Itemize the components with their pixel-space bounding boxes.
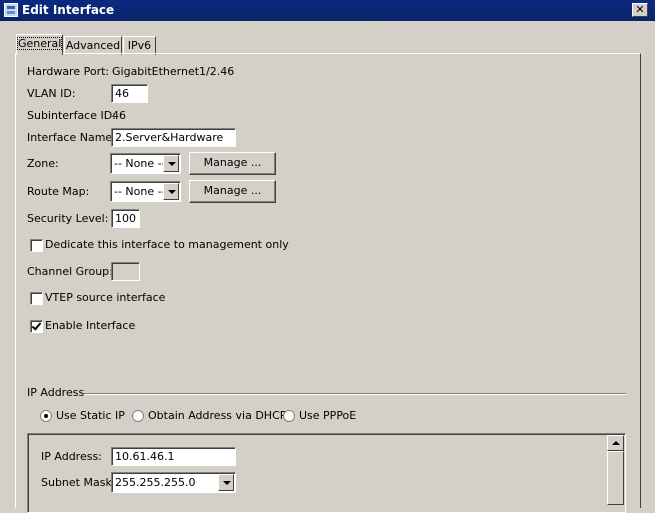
app-icon [4,3,18,17]
tab-ipv6-label: IPv6 [127,39,152,52]
title-bar[interactable]: Edit Interface ✕ [0,0,655,21]
window-title: Edit Interface [22,3,115,17]
close-icon: ✕ [635,3,645,16]
tab-general-label: General [17,37,63,50]
general-tab-panel [15,53,641,508]
tab-general[interactable]: General [16,34,63,55]
close-button[interactable]: ✕ [632,3,648,17]
tab-advanced-label: Advanced [65,39,121,52]
